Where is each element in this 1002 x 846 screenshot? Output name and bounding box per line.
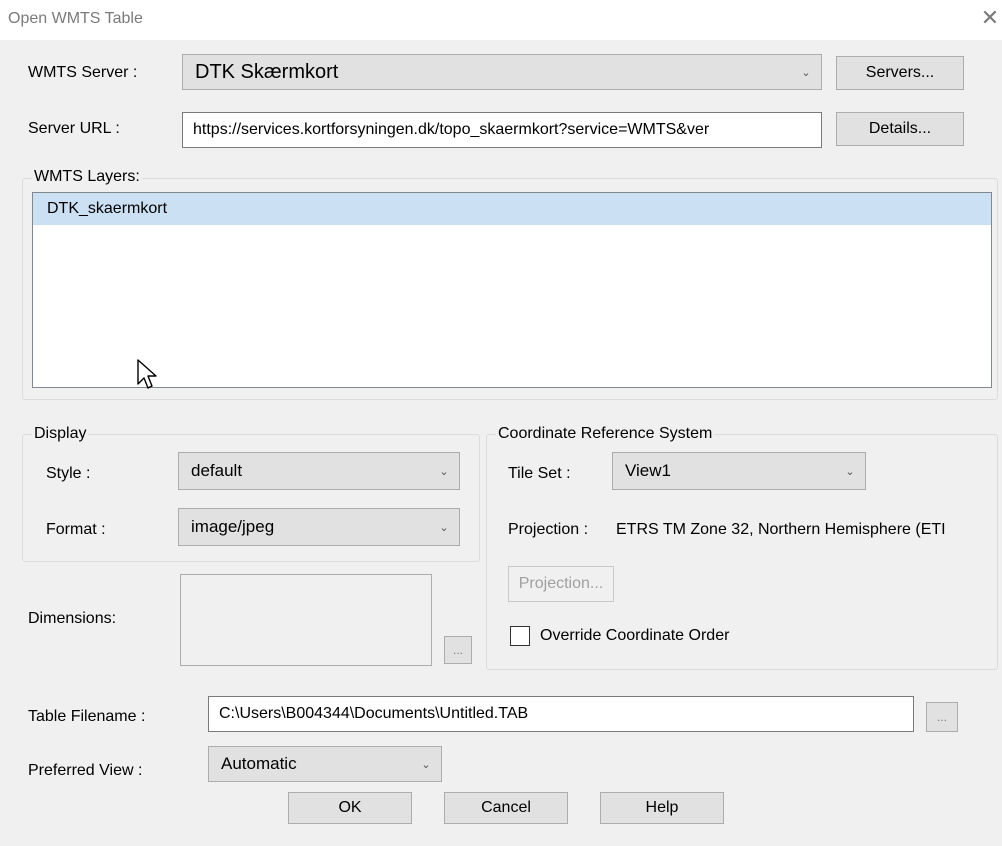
- close-icon[interactable]: ✕: [978, 6, 1002, 30]
- table-filename-field[interactable]: C:\Users\B004344\Documents\Untitled.TAB: [208, 696, 914, 732]
- wmts-server-label: WMTS Server :: [28, 64, 138, 81]
- tileset-select[interactable]: View1 ⌄: [612, 452, 866, 490]
- wmts-server-value: DTK Skærmkort: [195, 60, 339, 83]
- wmts-layers-legend: WMTS Layers:: [32, 168, 142, 186]
- chevron-down-icon: ⌄: [439, 521, 449, 534]
- list-item[interactable]: DTK_skaermkort: [33, 193, 991, 225]
- cancel-button[interactable]: Cancel: [444, 792, 568, 824]
- override-coordinate-order-label: Override Coordinate Order: [540, 627, 730, 644]
- projection-label: Projection :: [508, 521, 589, 538]
- ok-button[interactable]: OK: [288, 792, 412, 824]
- tileset-label: Tile Set :: [508, 465, 571, 482]
- chevron-down-icon: ⌄: [439, 465, 449, 478]
- projection-value: ETRS TM Zone 32, Northern Hemisphere (ET…: [616, 521, 946, 538]
- dimensions-label: Dimensions:: [28, 610, 117, 627]
- format-select[interactable]: image/jpeg ⌄: [178, 508, 460, 546]
- table-filename-browse-button[interactable]: ...: [926, 702, 958, 732]
- projection-button[interactable]: Projection...: [508, 566, 614, 602]
- server-url-label: Server URL :: [28, 120, 120, 137]
- preferred-view-label: Preferred View :: [28, 762, 143, 779]
- display-legend: Display: [32, 425, 89, 443]
- crs-legend: Coordinate Reference System: [496, 425, 715, 443]
- chevron-down-icon: ⌄: [421, 758, 431, 771]
- preferred-view-value: Automatic: [221, 754, 297, 773]
- table-filename-label: Table Filename :: [28, 708, 146, 725]
- servers-button[interactable]: Servers...: [836, 56, 964, 90]
- dimensions-browse-button[interactable]: ...: [444, 636, 472, 664]
- help-button[interactable]: Help: [600, 792, 724, 824]
- preferred-view-select[interactable]: Automatic ⌄: [208, 746, 442, 782]
- chevron-down-icon: ⌄: [801, 66, 811, 79]
- format-label: Format :: [46, 521, 106, 538]
- dimensions-box[interactable]: [180, 574, 432, 666]
- title-bar: [0, 0, 1002, 40]
- wmts-layers-list[interactable]: DTK_skaermkort: [32, 192, 992, 388]
- details-button[interactable]: Details...: [836, 112, 964, 146]
- format-value: image/jpeg: [191, 517, 275, 536]
- style-select[interactable]: default ⌄: [178, 452, 460, 490]
- mouse-cursor-icon: [137, 359, 157, 389]
- wmts-server-select[interactable]: DTK Skærmkort ⌄: [182, 54, 822, 90]
- window-title: Open WMTS Table: [8, 10, 143, 27]
- override-coordinate-order-checkbox[interactable]: [510, 626, 530, 646]
- style-label: Style :: [46, 465, 91, 482]
- chevron-down-icon: ⌄: [845, 465, 855, 478]
- tileset-value: View1: [625, 461, 671, 480]
- style-value: default: [191, 461, 243, 480]
- server-url-field[interactable]: https://services.kortforsyningen.dk/topo…: [182, 112, 822, 148]
